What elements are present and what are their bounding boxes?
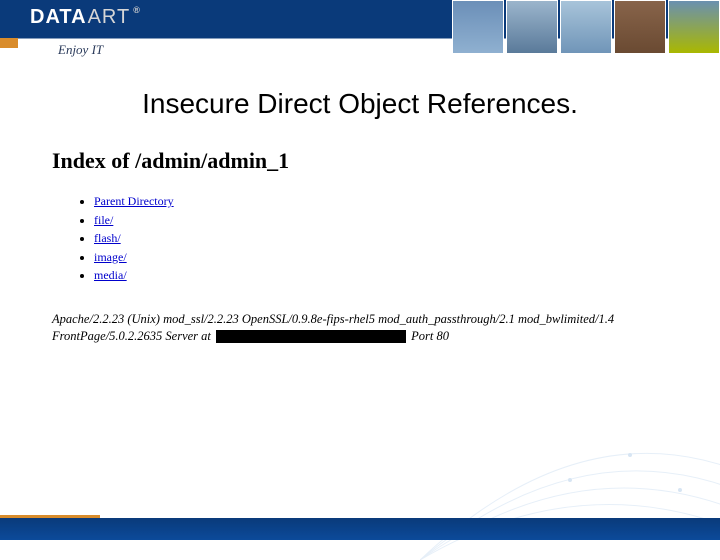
header-tile (560, 0, 612, 54)
server-text-part2: Port 80 (408, 329, 449, 343)
header-accent (0, 38, 18, 48)
header-image-tiles (452, 0, 720, 54)
slide-title: Insecure Direct Object References. (0, 88, 720, 120)
directory-index-heading: Index of /admin/admin_1 (52, 148, 668, 174)
directory-link[interactable]: image/ (94, 250, 127, 264)
list-item: flash/ (94, 229, 668, 248)
logo-text-secondary: ART (88, 6, 131, 29)
redacted-hostname (216, 330, 406, 343)
directory-link-parent[interactable]: Parent Directory (94, 194, 174, 208)
list-item: Parent Directory (94, 192, 668, 211)
header-tile (668, 0, 720, 54)
list-item: media/ (94, 266, 668, 285)
registered-mark: ® (133, 5, 141, 15)
list-item: image/ (94, 248, 668, 267)
slide-footer (0, 518, 720, 540)
directory-listing: Parent Directory file/ flash/ image/ med… (52, 192, 668, 285)
brand-tagline: Enjoy IT (58, 38, 103, 58)
directory-link[interactable]: flash/ (94, 231, 121, 245)
directory-link[interactable]: file/ (94, 213, 113, 227)
slide-content: Index of /admin/admin_1 Parent Directory… (0, 148, 720, 345)
logo-text-primary: DATA (30, 6, 87, 29)
header-tile (506, 0, 558, 54)
slide-header: DATA ART ® Enjoy IT (0, 0, 720, 64)
header-tile (452, 0, 504, 54)
brand-logo: DATA ART ® (30, 6, 141, 29)
header-tile (614, 0, 666, 54)
list-item: file/ (94, 211, 668, 230)
directory-link[interactable]: media/ (94, 268, 127, 282)
server-signature: Apache/2.2.23 (Unix) mod_ssl/2.2.23 Open… (52, 311, 668, 345)
